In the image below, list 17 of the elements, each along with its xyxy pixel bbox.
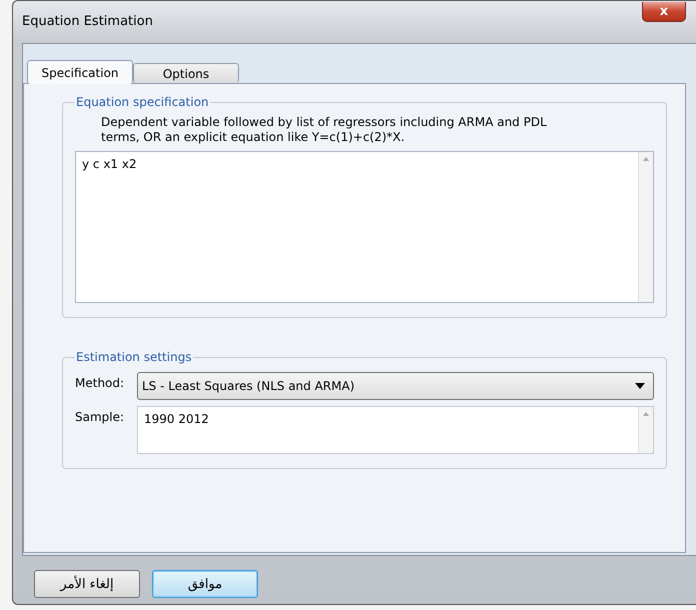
- tab[interactable]: Options: [133, 63, 239, 83]
- window-title: Equation Estimation: [22, 14, 153, 28]
- scrollbar[interactable]: [638, 407, 653, 453]
- method-label: Method:: [75, 375, 126, 390]
- sample-label: Sample:: [75, 409, 126, 424]
- dropdown-arrow-icon: [635, 383, 645, 389]
- scrollbar[interactable]: [638, 152, 653, 302]
- ok-button[interactable]: موافق: [152, 570, 258, 598]
- group-title: Equation specification: [75, 95, 210, 109]
- tab[interactable]: Specification: [27, 60, 133, 84]
- equation-field[interactable]: y c x1 x2: [75, 151, 654, 303]
- group-title: Estimation settings: [75, 350, 193, 364]
- cancel-button[interactable]: إلغاء الأمر: [34, 570, 140, 598]
- help-text: Dependent variable followed by list of regressors including ARMA and PDL terms, OR an explicit equation like Y=c(1)+c(2)*X.: [101, 115, 548, 145]
- close-button[interactable]: x: [642, 2, 686, 22]
- sample-field[interactable]: 1990 2012: [137, 406, 654, 454]
- method-dropdown[interactable]: LS - Least Squares (NLS and ARMA): [137, 372, 654, 400]
